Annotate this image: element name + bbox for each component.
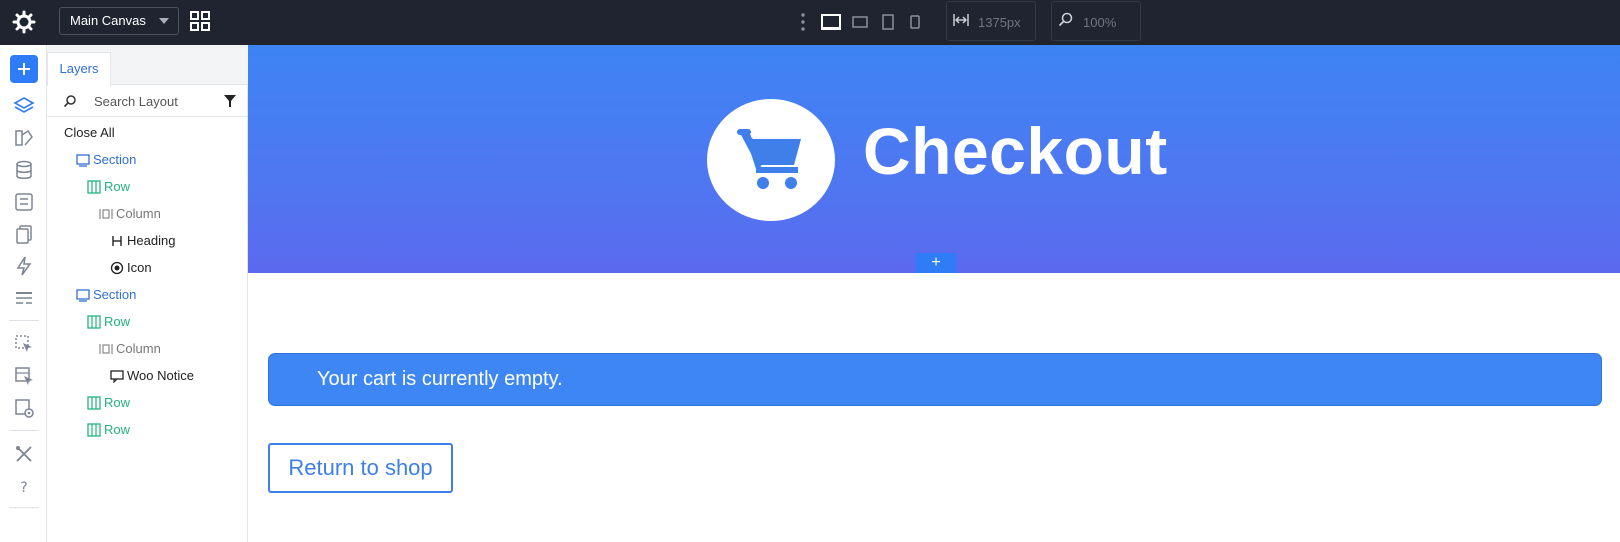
icon-element-icon [110, 261, 124, 275]
grid-icon[interactable] [190, 11, 210, 31]
close-all-link[interactable]: Close All [64, 125, 115, 140]
layer-label: Column [116, 341, 161, 356]
plus-icon [18, 63, 30, 75]
layer-label: Column [116, 206, 161, 221]
layers-panel: Layers Search Layout Close All Section R… [47, 45, 248, 542]
panel-tabs: Layers [47, 45, 248, 86]
help-icon[interactable]: ? [13, 475, 35, 497]
layer-label: Woo Notice [127, 368, 194, 383]
tablet-view-icon[interactable] [881, 12, 895, 32]
gear-icon[interactable] [12, 10, 36, 34]
column-icon [99, 344, 113, 354]
layer-label: Icon [127, 260, 152, 275]
add-element-button[interactable] [10, 55, 38, 83]
layer-label: Row [104, 395, 131, 410]
filter-icon[interactable] [224, 95, 236, 107]
notice-message: Your cart is currently empty. [317, 368, 563, 390]
row-icon [87, 315, 101, 329]
row-icon [87, 396, 101, 410]
layer-label: Row [104, 179, 131, 194]
bolt-icon[interactable] [13, 255, 35, 277]
canvas-width-field[interactable]: 1375px [946, 1, 1036, 41]
cart-icon-badge[interactable] [707, 99, 835, 221]
layer-label: Section [93, 287, 137, 302]
search-icon [63, 95, 76, 108]
template-icon[interactable] [13, 287, 35, 309]
left-icon-rail: ? [0, 45, 47, 542]
heading-icon [112, 236, 122, 246]
shopping-cart-icon [737, 129, 801, 189]
canvas-width-value: 1375px [978, 15, 1021, 30]
editor-canvas[interactable]: Checkout + Your cart is currently empty.… [248, 45, 1620, 542]
column-icon [99, 209, 113, 219]
more-options-icon[interactable] [800, 12, 806, 32]
chevron-down-icon [159, 18, 169, 24]
preview-icon[interactable] [13, 397, 35, 419]
row-icon [87, 180, 101, 194]
zoom-field[interactable]: 100% [1051, 1, 1141, 41]
page-title[interactable]: Checkout [863, 113, 1168, 189]
laptop-view-icon[interactable] [851, 12, 869, 32]
layer-label: Row [104, 314, 131, 329]
mobile-view-icon[interactable] [909, 12, 921, 32]
zoom-value: 100% [1083, 15, 1117, 30]
svg-text:?: ? [20, 480, 27, 496]
brush-icon[interactable] [13, 127, 35, 149]
woo-notice[interactable]: Your cart is currently empty. [268, 353, 1602, 406]
canvas-select[interactable]: Main Canvas [59, 7, 179, 35]
return-to-shop-button[interactable]: Return to shop [268, 443, 453, 493]
rail-divider [9, 430, 39, 431]
row-icon [87, 423, 101, 437]
rail-divider [9, 507, 39, 508]
cursor-grid-icon[interactable] [13, 365, 35, 387]
database-icon[interactable] [13, 159, 35, 181]
pages-icon[interactable] [13, 223, 35, 245]
notice-icon [110, 370, 124, 383]
rail-divider [9, 320, 39, 321]
layers-icon[interactable] [13, 95, 35, 117]
form-icon[interactable] [13, 191, 35, 213]
hero-section[interactable]: Checkout + [248, 45, 1620, 273]
tools-icon[interactable] [13, 443, 35, 465]
cursor-select-icon[interactable] [13, 333, 35, 355]
width-arrows-icon [953, 14, 969, 26]
desktop-view-icon[interactable] [820, 12, 842, 32]
zoom-icon [1058, 12, 1073, 27]
search-placeholder: Search Layout [94, 94, 178, 109]
section-icon [76, 289, 90, 302]
section-icon [76, 154, 90, 167]
canvas-select-value: Main Canvas [70, 13, 146, 28]
layer-label: Heading [127, 233, 176, 248]
top-toolbar: Main Canvas 1375px 100% [0, 0, 1620, 45]
add-section-button[interactable]: + [916, 253, 956, 273]
layers-search[interactable]: Search Layout [47, 85, 248, 117]
layer-label: Section [93, 152, 137, 167]
layer-label: Row [104, 422, 131, 437]
tab-layers[interactable]: Layers [47, 52, 111, 86]
